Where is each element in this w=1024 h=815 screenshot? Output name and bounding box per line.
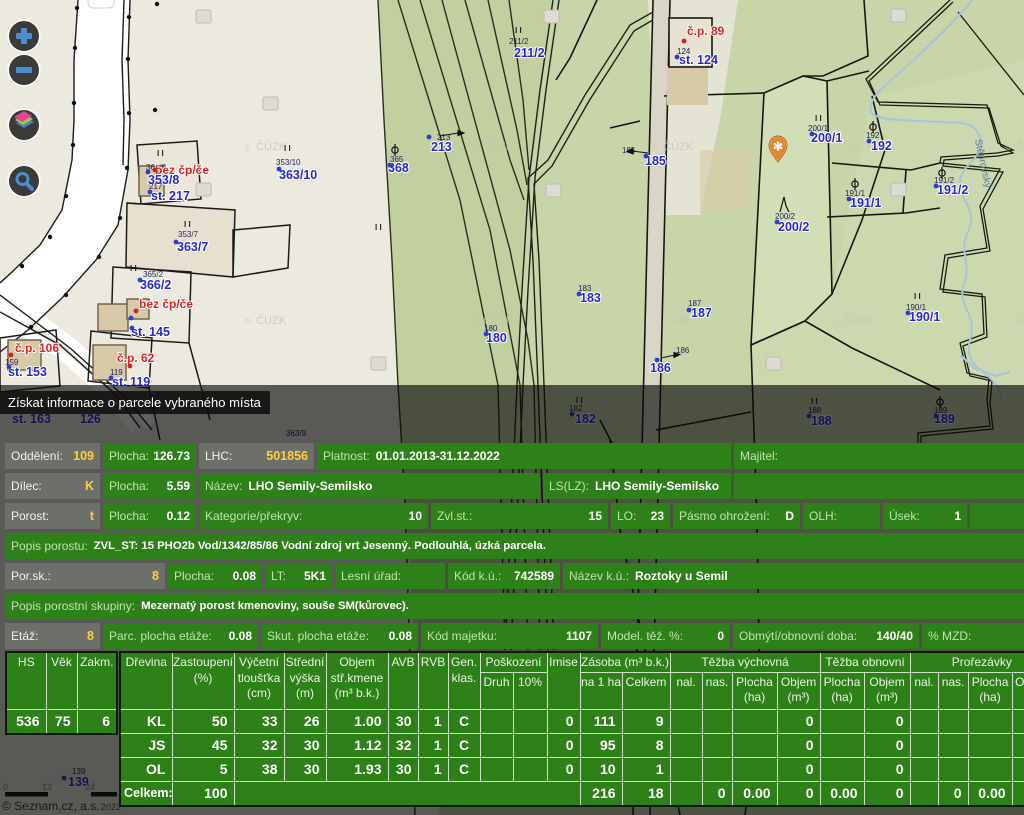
svg-text:l l: l l [157, 149, 164, 158]
svg-text:bez čp/če: bez čp/če [155, 163, 209, 177]
svg-text:l l: l l [375, 223, 382, 232]
svg-text:č.p. 89: č.p. 89 [687, 24, 725, 38]
svg-text:200/1: 200/1 [811, 131, 842, 145]
svg-text:☼ ČÚZK: ☼ ČÚZK [650, 140, 694, 153]
svg-text:211/2: 211/2 [514, 46, 545, 60]
svg-text:363/7: 363/7 [177, 240, 208, 254]
svg-text:200/2: 200/2 [775, 212, 796, 221]
svg-text:187: 187 [691, 306, 712, 320]
svg-text:365/2: 365/2 [143, 270, 164, 279]
svg-text:180: 180 [486, 331, 507, 345]
svg-text:☼ ČÚZK: ☼ ČÚZK [830, 314, 874, 327]
svg-text:l l: l l [914, 292, 921, 301]
svg-text:☼ ČÚZK: ☼ ČÚZK [243, 314, 287, 327]
svg-text:191/2: 191/2 [934, 176, 955, 185]
svg-text:192: 192 [871, 139, 892, 153]
svg-text:☼ ČÚZK: ☼ ČÚZK [470, 140, 514, 153]
svg-text:186: 186 [650, 361, 671, 375]
svg-text:bez čp/če: bez čp/če [139, 297, 193, 311]
svg-text:191/1: 191/1 [850, 196, 881, 210]
svg-text:l l: l l [815, 114, 822, 123]
svg-text:366/2: 366/2 [140, 278, 171, 292]
svg-text:124: 124 [677, 47, 691, 56]
svg-text:190/1: 190/1 [906, 303, 927, 312]
svg-text:l l: l l [284, 144, 291, 153]
svg-text:183: 183 [580, 291, 601, 305]
svg-text:☼ ČÚZK: ☼ ČÚZK [243, 140, 287, 153]
svg-text:365: 365 [390, 155, 404, 164]
svg-text:☼ ČÚ: ☼ ČÚ [1003, 140, 1024, 153]
svg-text:l l: l l [130, 264, 137, 273]
svg-text:č.p. 106: č.p. 106 [15, 341, 59, 355]
svg-text:211/2: 211/2 [509, 37, 529, 46]
svg-text:✻: ✻ [773, 140, 783, 154]
svg-text:190/1: 190/1 [909, 310, 940, 324]
svg-text:☼ ČÚZK: ☼ ČÚZK [650, 314, 694, 327]
svg-text:l l: l l [184, 220, 191, 229]
svg-text:353/7: 353/7 [178, 230, 199, 239]
svg-text:191/1: 191/1 [845, 189, 866, 198]
svg-text:l l: l l [515, 26, 522, 35]
svg-text:☼ ČÚ: ☼ ČÚ [1003, 314, 1024, 327]
svg-text:353/10: 353/10 [276, 158, 301, 167]
svg-text:st. 153: st. 153 [8, 365, 47, 379]
svg-text:119: 119 [110, 368, 123, 377]
svg-text:č.p. 62: č.p. 62 [117, 351, 155, 365]
svg-text:200/1: 200/1 [808, 124, 829, 133]
svg-text:st. 145: st. 145 [131, 325, 170, 339]
svg-text:217: 217 [149, 182, 163, 191]
svg-text:191/2: 191/2 [937, 183, 968, 197]
svg-text:213: 213 [431, 140, 452, 154]
svg-text:187: 187 [688, 299, 702, 308]
svg-text:363/10: 363/10 [279, 168, 317, 182]
svg-text:st. 217: st. 217 [151, 189, 190, 203]
svg-text:183: 183 [578, 284, 592, 293]
svg-text:200/2: 200/2 [778, 220, 809, 234]
